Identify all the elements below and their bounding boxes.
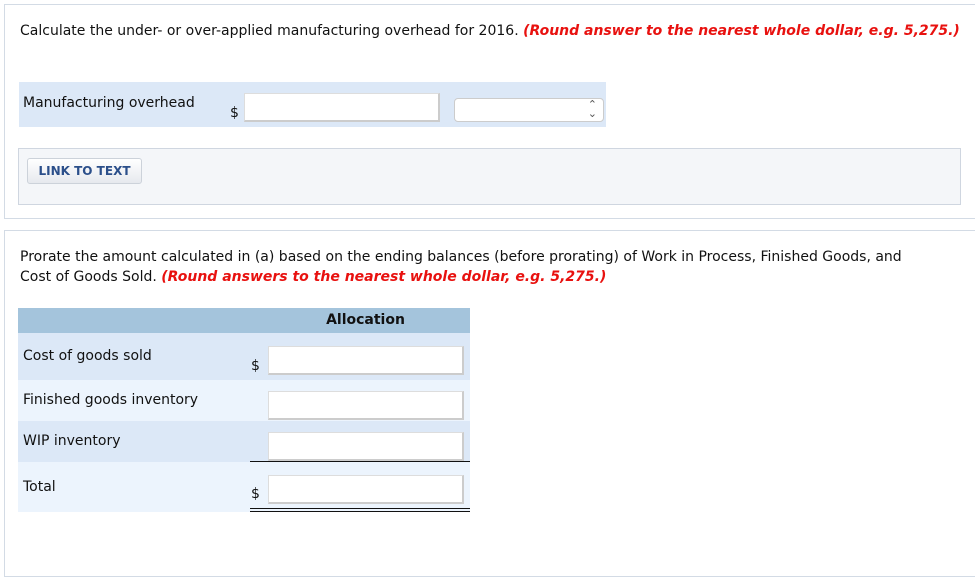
- row-label: Cost of goods sold: [23, 348, 152, 364]
- manufacturing-overhead-amount-input[interactable]: [244, 93, 440, 122]
- link-box: LINK TO TEXT: [18, 148, 961, 205]
- row-label: WIP inventory: [23, 433, 121, 449]
- rounding-note: (Round answers to the nearest whole doll…: [161, 269, 607, 285]
- link-to-text-button[interactable]: LINK TO TEXT: [27, 158, 142, 184]
- manufacturing-overhead-row: Manufacturing overhead $ ⌃ ⌄: [19, 82, 606, 127]
- total-double-underline: [250, 508, 470, 512]
- finished-goods-inventory-input[interactable]: [268, 391, 464, 420]
- row-label: Total: [23, 479, 56, 495]
- allocation-header: Allocation: [18, 308, 470, 333]
- cost-of-goods-sold-input[interactable]: [268, 346, 464, 375]
- table-row: Cost of goods sold $: [18, 333, 470, 380]
- wip-inventory-input[interactable]: [268, 432, 464, 461]
- table-row: Finished goods inventory: [18, 380, 470, 421]
- rounding-note: (Round answer to the nearest whole dolla…: [523, 23, 960, 39]
- part-a-instruction: Calculate the under- or over-applied man…: [20, 23, 960, 39]
- currency-symbol: $: [230, 105, 239, 121]
- part-b-instruction: Prorate the amount calculated in (a) bas…: [20, 249, 902, 285]
- manufacturing-overhead-label: Manufacturing overhead: [23, 95, 195, 111]
- total-allocation-input[interactable]: [268, 475, 464, 504]
- select-arrows-icon: ⌃ ⌄: [587, 98, 597, 120]
- table-row: WIP inventory: [18, 421, 470, 462]
- allocation-column-header: Allocation: [326, 312, 405, 328]
- currency-symbol: $: [251, 486, 260, 502]
- part-a-panel: Calculate the under- or over-applied man…: [4, 4, 975, 219]
- table-row: Total $: [18, 462, 470, 512]
- row-label: Finished goods inventory: [23, 392, 199, 408]
- currency-symbol: $: [251, 358, 260, 374]
- applied-type-select[interactable]: ⌃ ⌄: [454, 98, 604, 122]
